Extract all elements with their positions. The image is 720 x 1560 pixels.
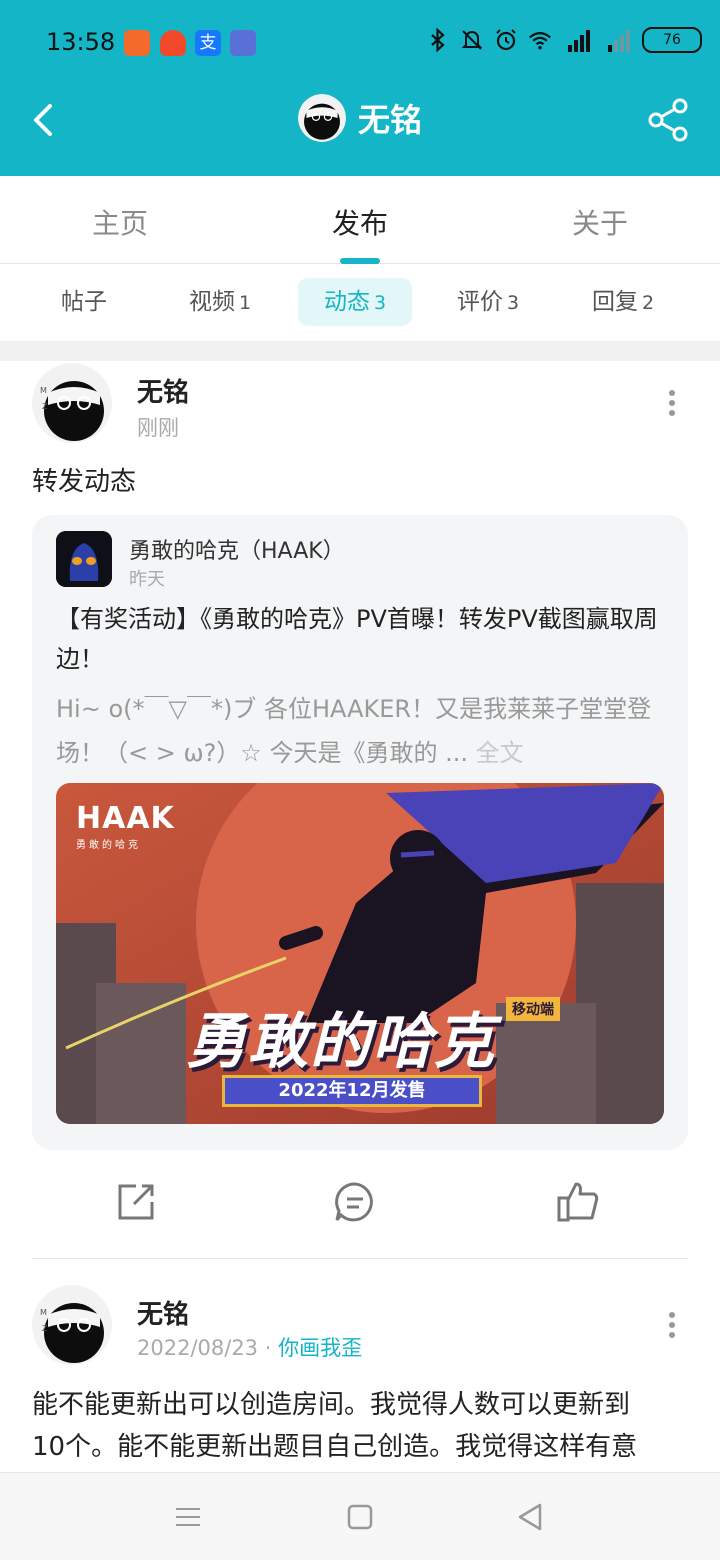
tab-about[interactable]: 关于: [480, 202, 720, 242]
card-author[interactable]: 勇敢的哈克（HAAK）: [129, 533, 345, 565]
subtab-label: 评价: [456, 289, 503, 315]
banner-badge: 移动端: [506, 997, 560, 1021]
svg-text:M: M: [40, 1308, 47, 1317]
avatar[interactable]: MZ: [32, 1285, 112, 1365]
banner-date: 2022年12月发售: [222, 1075, 482, 1107]
back-nav-icon[interactable]: [514, 1501, 546, 1533]
post-time: 刚刚: [137, 416, 179, 440]
comment-icon[interactable]: [333, 1180, 377, 1224]
more-options-icon[interactable]: [666, 388, 678, 418]
game-notification-icon: [230, 30, 256, 56]
subtab-moments[interactable]: 动态 3: [298, 278, 412, 326]
sub-tabs: 帖子 视频 1 动态 3 评价 3 回复 2: [0, 265, 720, 341]
subtab-reviews[interactable]: 评价 3: [440, 278, 536, 326]
mute-bell-icon: [460, 26, 484, 54]
post-topic-link[interactable]: 你画我歪: [278, 1336, 362, 1360]
banner-brand-text: HAAK: [76, 801, 175, 836]
tab-home[interactable]: 主页: [0, 202, 240, 242]
post-username[interactable]: 无铭: [137, 372, 189, 409]
screen: 13:58 支 76 无铭 主页 发布 关于 帖子 视频 1 动态 3 评价 3…: [0, 0, 720, 1560]
tab-published[interactable]: 发布: [240, 202, 480, 242]
subtab-label: 动态: [323, 289, 370, 315]
bluetooth-icon: [426, 26, 450, 54]
card-date: 昨天: [129, 569, 165, 590]
signal-weak-icon: [602, 26, 632, 54]
app-notification-icon: [160, 30, 186, 56]
svg-text:Z: Z: [42, 1324, 48, 1333]
avatar[interactable]: MZ: [32, 363, 112, 443]
page-title: 无铭: [357, 101, 422, 139]
wifi-icon: [528, 26, 552, 54]
post-meta: 2022/08/23 · 你画我歪: [137, 1336, 363, 1360]
post-username[interactable]: 无铭: [137, 1294, 189, 1331]
more-options-icon[interactable]: [666, 1310, 678, 1340]
alarm-icon: [494, 26, 518, 54]
subtab-posts[interactable]: 帖子: [36, 278, 132, 326]
status-time: 13:58: [46, 28, 116, 56]
svg-text:Z: Z: [42, 402, 48, 411]
signal-4g-icon: [562, 26, 592, 54]
main-tabs: 主页 发布 关于: [0, 176, 720, 264]
app-notification-icon: [124, 30, 150, 56]
section-divider: [0, 341, 720, 361]
post-actions: [0, 1180, 720, 1230]
status-bar: 13:58 支 76: [0, 0, 720, 86]
subtab-count: 3: [373, 292, 387, 314]
subtab-count: 2: [641, 292, 655, 314]
card-excerpt: Hi~ o(*￣▽￣*)ブ 各位HAAKER！又是我莱莱子堂堂登场！（< > ω…: [56, 687, 668, 775]
post-text: 转发动态: [32, 467, 137, 497]
subtab-videos[interactable]: 视频 1: [172, 278, 268, 326]
share-button[interactable]: [646, 96, 694, 144]
alipay-notification-icon: 支: [195, 30, 221, 56]
menu-nav-icon[interactable]: [172, 1501, 204, 1533]
haak-logo-icon: [56, 531, 112, 587]
card-banner-image[interactable]: HAAK 勇敢的哈克 移动端 勇敢的哈克 2022年12月发售: [56, 783, 664, 1124]
card-title: 【有奖活动】《勇敢的哈克》PV首曝！转发PV截图赢取周边！: [56, 605, 658, 673]
tab-indicator: [340, 258, 380, 264]
header-avatar[interactable]: [297, 94, 346, 142]
full-text-link[interactable]: 全文: [476, 739, 524, 767]
system-nav-bar: [0, 1472, 720, 1560]
banner-title: 勇敢的哈克: [186, 1007, 496, 1077]
post-divider: [32, 1258, 688, 1259]
subtab-label: 帖子: [61, 289, 107, 315]
reposted-card[interactable]: 勇敢的哈克（HAAK） 昨天 【有奖活动】《勇敢的哈克》PV首曝！转发PV截图赢…: [32, 515, 688, 1150]
subtab-count: 1: [238, 292, 252, 314]
post-text-line: 能不能更新出可以创造房间。我觉得人数可以更新到: [32, 1390, 631, 1420]
banner-brand: HAAK 勇敢的哈克: [76, 801, 175, 851]
card-excerpt-text: Hi~ o(*￣▽￣*)ブ 各位HAAKER！又是我莱莱子堂堂登场！（< > ω…: [56, 695, 652, 767]
subtab-label: 回复: [591, 289, 638, 315]
app-header: 13:58 支 76 无铭: [0, 0, 720, 176]
post-date: 2022/08/23: [137, 1336, 259, 1360]
home-nav-icon[interactable]: [344, 1501, 376, 1533]
subtab-replies[interactable]: 回复 2: [575, 278, 671, 326]
subtab-count: 3: [506, 292, 520, 314]
subtab-label: 视频: [188, 289, 235, 315]
battery-indicator: 76: [642, 27, 702, 53]
share-post-icon[interactable]: [114, 1180, 158, 1224]
svg-text:M: M: [40, 386, 47, 395]
banner-brand-sub: 勇敢的哈克: [76, 840, 141, 851]
like-icon[interactable]: [556, 1180, 600, 1224]
post-text-line: 10个。能不能更新出题目自己创造。我觉得这样有意: [32, 1432, 638, 1462]
